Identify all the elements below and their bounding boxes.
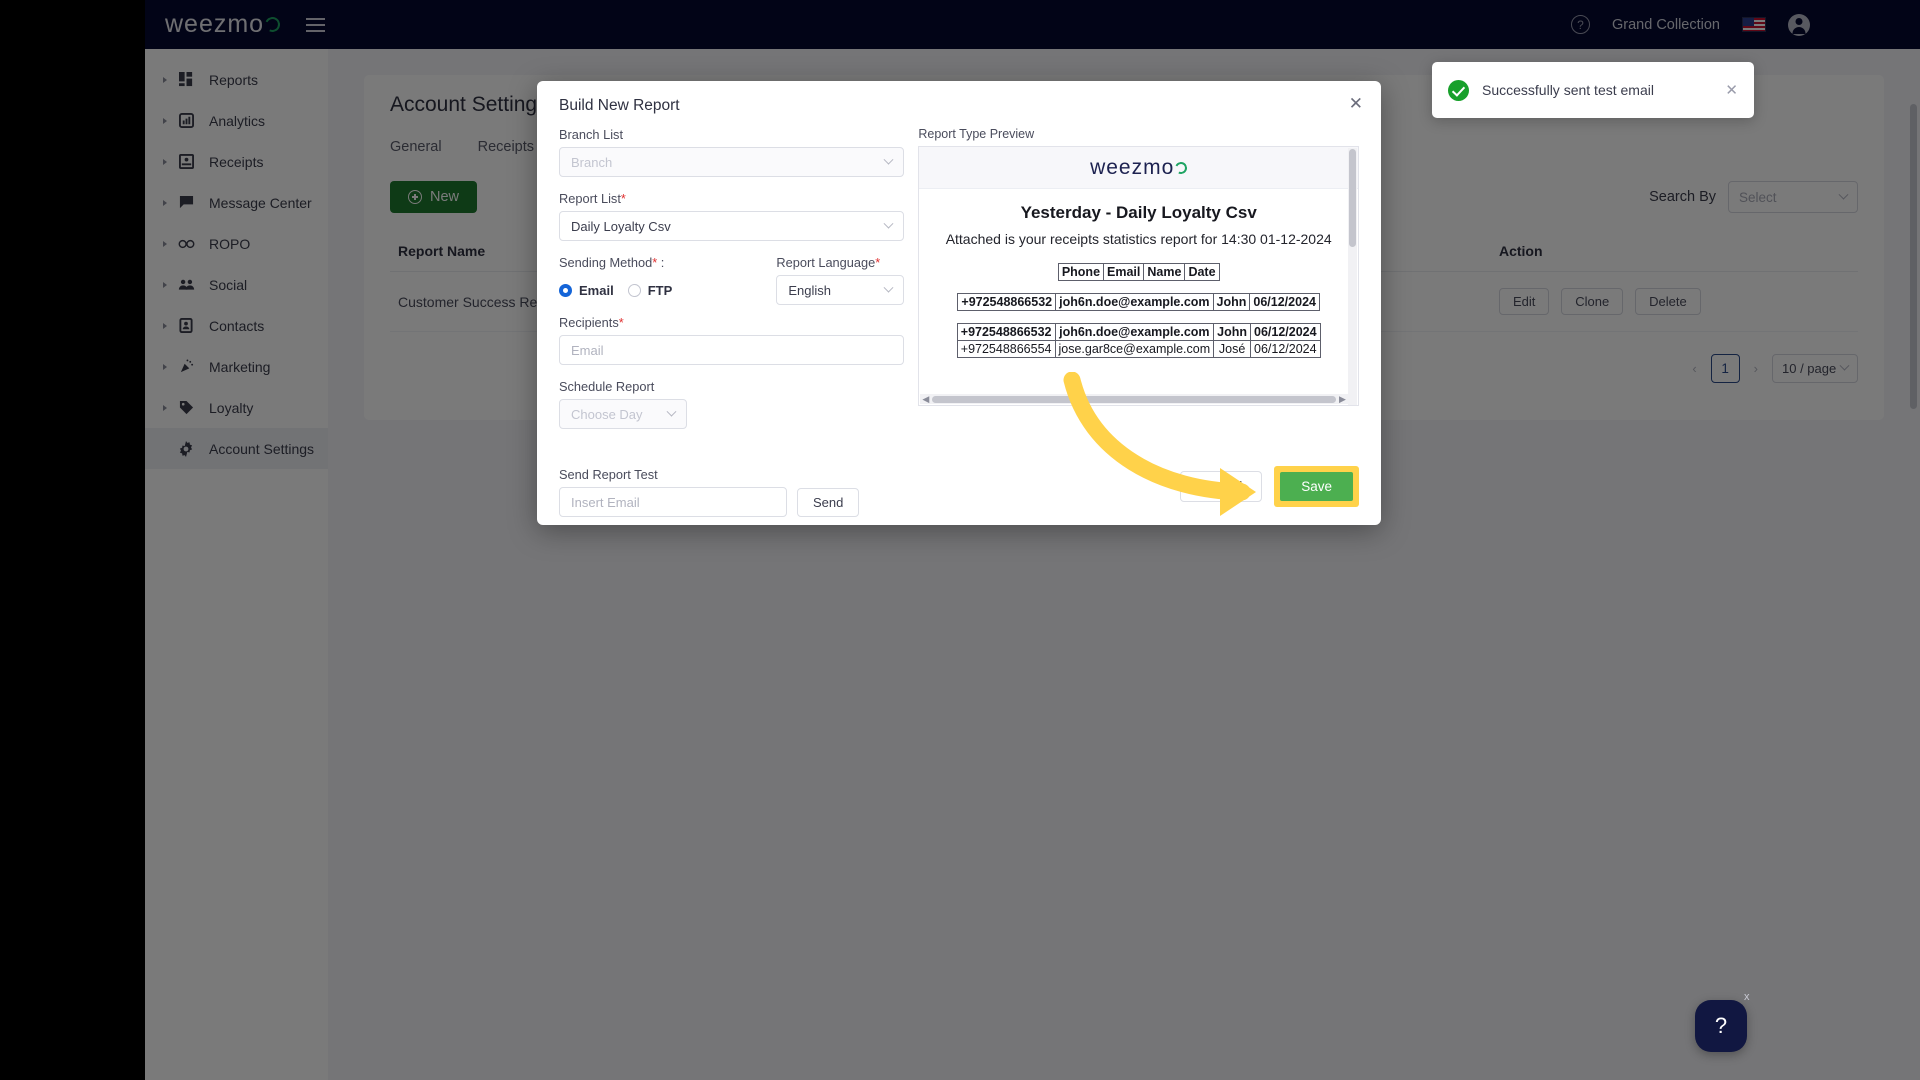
preview-vertical-scrollbar[interactable] bbox=[1348, 148, 1357, 405]
report-language-select[interactable]: English bbox=[776, 275, 905, 305]
report-preview-panel: Report Type Preview weezmo Yesterday - D… bbox=[918, 127, 1359, 517]
report-language-field: Report Language* English bbox=[776, 255, 905, 305]
sending-method-field: Sending Method* : Email FTP bbox=[559, 255, 762, 305]
recipients-input[interactable]: Email bbox=[559, 335, 905, 365]
radio-ftp-label: FTP bbox=[647, 282, 673, 298]
help-widget-button[interactable]: ? bbox=[1695, 1000, 1747, 1052]
sending-method-radios: Email FTP bbox=[559, 275, 762, 305]
preview-header-table: Phone Email Name Date bbox=[1057, 262, 1220, 281]
scroll-left-icon[interactable]: ◀ bbox=[920, 394, 931, 405]
help-widget-close-icon[interactable]: x bbox=[1744, 991, 1750, 1003]
modal-body: Branch List Branch Report List* Daily Lo… bbox=[537, 115, 1381, 517]
chevron-down-icon bbox=[666, 406, 677, 417]
preview-frame: weezmo Yesterday - Daily Loyalty Csv Att… bbox=[918, 146, 1359, 406]
sending-method-label: Sending Method* : bbox=[559, 255, 665, 270]
radio-email-label: Email bbox=[579, 282, 614, 298]
branch-list-label: Branch List bbox=[559, 127, 624, 142]
radio-ftp[interactable]: FTP bbox=[627, 282, 673, 298]
send-report-test-field: Send Report Test Insert Email Send bbox=[559, 467, 904, 517]
preview-heading: Yesterday - Daily Loyalty Csv bbox=[1020, 203, 1257, 222]
preview-col-name: Name bbox=[1143, 262, 1186, 281]
chevron-down-icon bbox=[883, 282, 894, 293]
close-icon[interactable]: ✕ bbox=[1725, 81, 1738, 99]
recipients-field: Recipients* Email bbox=[559, 315, 905, 365]
branch-list-value: Branch bbox=[571, 154, 613, 170]
save-button[interactable]: Save bbox=[1280, 472, 1353, 501]
preview-row-table-1: +972548866532 joh6n.doe@example.com John… bbox=[957, 292, 1320, 311]
schedule-day-value: Choose Day bbox=[571, 406, 643, 422]
screen: weezmo ? Grand Collection bbox=[0, 0, 1920, 1080]
report-language-value: English bbox=[788, 282, 831, 298]
preview-header: weezmo bbox=[919, 147, 1358, 189]
scroll-right-icon[interactable]: ▶ bbox=[1337, 394, 1348, 405]
preview-horizontal-scrollbar[interactable]: ◀ ▶ bbox=[920, 394, 1348, 404]
cell-name: John bbox=[1213, 322, 1252, 341]
modal-title: Build New Report bbox=[559, 97, 680, 114]
branch-list-field: Branch List Branch bbox=[559, 127, 905, 177]
report-list-field: Report List* Daily Loyalty Csv bbox=[559, 191, 905, 241]
cell-name: John bbox=[1212, 292, 1251, 311]
schedule-day-select[interactable]: Choose Day bbox=[559, 399, 687, 429]
send-report-test-row: Insert Email Send bbox=[559, 487, 904, 517]
chevron-down-icon bbox=[883, 154, 894, 165]
preview-label: Report Type Preview bbox=[918, 127, 1035, 141]
save-button-highlight: Save bbox=[1274, 466, 1359, 507]
cell-phone: +972548866532 bbox=[957, 292, 1057, 311]
toast-message: Successfully sent test email bbox=[1482, 82, 1654, 98]
chevron-down-icon bbox=[883, 218, 894, 229]
cell-phone: +972548866532 bbox=[956, 322, 1056, 341]
cell-date: 06/12/2024 bbox=[1250, 322, 1321, 341]
preview-logo-text: weezmo bbox=[1090, 155, 1175, 179]
radio-dot-selected-icon bbox=[559, 283, 572, 297]
report-language-label: Report Language* bbox=[776, 255, 881, 270]
schedule-report-field: Schedule Report Choose Day bbox=[559, 379, 904, 429]
success-check-icon bbox=[1448, 79, 1469, 101]
recipients-label: Recipients* bbox=[559, 315, 624, 330]
schedule-report-label: Schedule Report bbox=[559, 379, 655, 394]
preview-header-row: Phone Email Name Date bbox=[1057, 262, 1220, 281]
send-report-test-label: Send Report Test bbox=[559, 467, 658, 482]
report-list-select[interactable]: Daily Loyalty Csv bbox=[559, 211, 905, 241]
cancel-button[interactable]: Cancel bbox=[1180, 471, 1263, 502]
modal-footer: Cancel Save bbox=[1180, 466, 1359, 507]
preview-data-row: +972548866532 joh6n.doe@example.com John… bbox=[956, 322, 1321, 341]
logo-circle-icon bbox=[1173, 159, 1189, 176]
cell-date: 06/12/2024 bbox=[1249, 292, 1320, 311]
cell-phone: +972548866554 bbox=[956, 339, 1056, 358]
radio-dot-icon bbox=[627, 283, 641, 297]
preview-weezmo-logo: weezmo bbox=[1090, 155, 1189, 180]
cell-email: joh6n.doe@example.com bbox=[1054, 322, 1215, 341]
report-list-label: Report List* bbox=[559, 191, 626, 206]
preview-subheading: Attached is your receipts statistics rep… bbox=[945, 231, 1332, 247]
preview-content: Yesterday - Daily Loyalty Csv Attached i… bbox=[919, 189, 1358, 358]
build-new-report-modal: Build New Report ✕ Branch List Branch Re… bbox=[537, 81, 1381, 525]
preview-col-phone: Phone bbox=[1057, 262, 1105, 281]
preview-col-email: Email bbox=[1103, 262, 1145, 281]
close-icon[interactable]: ✕ bbox=[1349, 95, 1363, 112]
preview-data-row: +972548866554 jose.gar8ce@example.com Jo… bbox=[956, 339, 1321, 358]
method-language-row: Sending Method* : Email FTP Report Langu… bbox=[559, 255, 905, 305]
test-email-placeholder: Insert Email bbox=[571, 494, 640, 510]
send-test-button[interactable]: Send bbox=[797, 488, 860, 517]
radio-email[interactable]: Email bbox=[559, 283, 614, 298]
cell-email: joh6n.doe@example.com bbox=[1055, 292, 1214, 311]
cell-email: jose.gar8ce@example.com bbox=[1054, 339, 1215, 358]
preview-row-table-2: +972548866532 joh6n.doe@example.com John… bbox=[956, 322, 1321, 358]
preview-data-row: +972548866532 joh6n.doe@example.com John… bbox=[957, 292, 1320, 311]
modal-form: Branch List Branch Report List* Daily Lo… bbox=[559, 127, 905, 517]
report-list-value: Daily Loyalty Csv bbox=[571, 218, 671, 234]
preview-col-date: Date bbox=[1184, 262, 1220, 281]
recipients-placeholder: Email bbox=[571, 342, 604, 358]
cell-name: José bbox=[1213, 339, 1252, 358]
cell-date: 06/12/2024 bbox=[1250, 339, 1321, 358]
branch-list-select[interactable]: Branch bbox=[559, 147, 905, 177]
toast-notification: Successfully sent test email ✕ bbox=[1432, 62, 1754, 118]
test-email-input[interactable]: Insert Email bbox=[559, 487, 787, 517]
